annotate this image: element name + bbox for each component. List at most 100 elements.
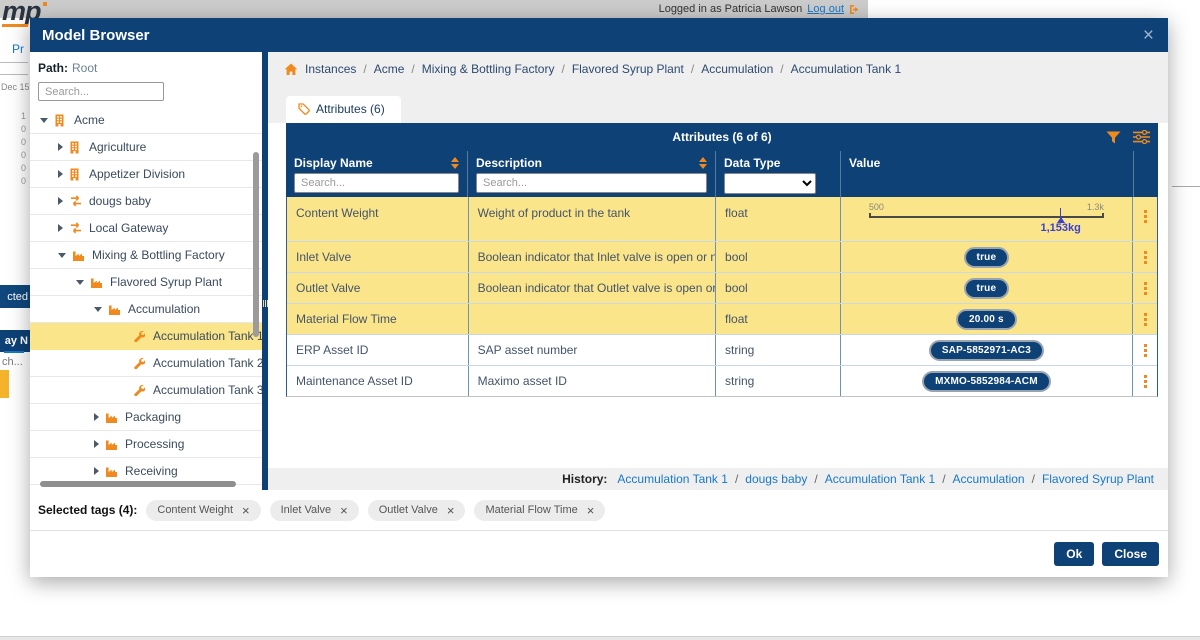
breadcrumb-item[interactable]: Mixing & Bottling Factory (422, 62, 555, 76)
table-row-inlet-valve[interactable]: Inlet Valve Boolean indicator that Inlet… (287, 241, 1157, 272)
path-label: Path: (38, 61, 68, 75)
tree-item-mixing-bottling-factory[interactable]: Mixing & Bottling Factory (30, 242, 262, 269)
sort-icon[interactable] (451, 157, 459, 169)
breadcrumb-item-current: Accumulation Tank 1 (791, 62, 902, 76)
close-button[interactable]: Close (1102, 542, 1159, 566)
tab-attributes[interactable]: Attributes (6) (286, 96, 401, 123)
tree-item-label: Acme (74, 113, 105, 127)
caret-right-icon[interactable] (58, 224, 63, 232)
breadcrumb-item[interactable]: Instances (305, 62, 356, 76)
tree-item-acme[interactable]: Acme (30, 107, 262, 134)
caret-down-icon[interactable] (94, 307, 102, 312)
caret-right-icon[interactable] (94, 413, 99, 421)
table-body: Content Weight Weight of product in the … (286, 197, 1158, 397)
tree-item-packaging[interactable]: Packaging (30, 404, 262, 431)
remove-tag-icon[interactable]: × (447, 504, 455, 517)
tree-search-input[interactable] (38, 82, 164, 101)
column-header-value: Value (849, 156, 880, 170)
value-slider[interactable]: 500 1.3k 1,153kg (869, 202, 1104, 240)
breadcrumb-separator: / (780, 62, 783, 76)
history-link[interactable]: Accumulation (953, 472, 1025, 486)
tree-horizontal-scrollbar[interactable] (40, 481, 236, 487)
wrench-icon (133, 357, 147, 370)
selected-tags-row: Selected tags (4): Content Weight × Inle… (30, 490, 1168, 530)
attribute-description (469, 304, 716, 334)
display-name-search-input[interactable] (294, 173, 459, 193)
tree-item-accumulation-tank-3[interactable]: Accumulation Tank 3 (30, 377, 262, 404)
column-settings-icon[interactable] (1133, 130, 1150, 144)
row-menu-icon[interactable] (1141, 371, 1150, 392)
history-link[interactable]: Accumulation Tank 1 (617, 472, 728, 486)
row-menu-icon[interactable] (1141, 206, 1150, 227)
tree-item-label: dougs baby (89, 194, 151, 208)
tree-item-label: Flavored Syrup Plant (110, 275, 222, 289)
attribute-description: Maximo asset ID (469, 366, 716, 396)
remove-tag-icon[interactable]: × (242, 504, 250, 517)
history-link[interactable]: Accumulation Tank 1 (825, 472, 936, 486)
tree-item-accumulation-tank-2[interactable]: Accumulation Tank 2 (30, 350, 262, 377)
tree-item-accumulation[interactable]: Accumulation (30, 296, 262, 323)
logout-link[interactable]: Log out (807, 3, 844, 15)
tree-item-flavored-syrup-plant[interactable]: Flavored Syrup Plant (30, 269, 262, 296)
attribute-name: Maintenance Asset ID (287, 366, 469, 396)
table-row-content-weight[interactable]: Content Weight Weight of product in the … (287, 197, 1157, 241)
table-row-material-flow-time[interactable]: Material Flow Time float 20.00 s (287, 303, 1157, 334)
data-type-filter-select[interactable] (724, 173, 816, 194)
breadcrumb-separator: / (411, 62, 414, 76)
tree-item-appetizer-division[interactable]: Appetizer Division (30, 161, 262, 188)
history-link[interactable]: Flavored Syrup Plant (1042, 472, 1154, 486)
tag-chip-label: Outlet Valve (379, 504, 438, 516)
tree-item-processing[interactable]: Processing (30, 431, 262, 458)
building-icon (69, 168, 83, 181)
wrench-icon (133, 330, 147, 343)
tag-chip-label: Material Flow Time (485, 504, 577, 516)
ok-button[interactable]: Ok (1054, 542, 1094, 566)
caret-right-icon[interactable] (58, 170, 63, 178)
row-menu-icon[interactable] (1141, 278, 1150, 299)
column-header-data-type: Data Type (724, 156, 780, 170)
filter-icon[interactable] (1106, 131, 1121, 144)
home-icon[interactable] (284, 63, 298, 76)
sort-icon[interactable] (699, 157, 707, 169)
history-link[interactable]: dougs baby (745, 472, 807, 486)
tree-vertical-scrollbar[interactable] (253, 152, 259, 337)
value-badge: true (964, 278, 1010, 299)
tree-item-label: Local Gateway (89, 221, 168, 235)
value-badge: MXMO-5852984-ACM (922, 371, 1051, 392)
close-icon[interactable]: × (1141, 26, 1156, 45)
row-menu-icon[interactable] (1141, 247, 1150, 268)
caret-right-icon[interactable] (94, 440, 99, 448)
breadcrumb-separator: / (691, 62, 694, 76)
breadcrumb-item[interactable]: Accumulation (701, 62, 773, 76)
tree-item-dougs-baby[interactable]: dougs baby (30, 188, 262, 215)
background-line-fragment (1172, 186, 1200, 187)
tree-item-local-gateway[interactable]: Local Gateway (30, 215, 262, 242)
attribute-data-type: float (716, 197, 841, 241)
caret-down-icon[interactable] (76, 280, 84, 285)
caret-right-icon[interactable] (58, 197, 63, 205)
value-badge: true (964, 247, 1010, 268)
caret-right-icon[interactable] (94, 467, 99, 475)
tree-item-accumulation-tank-1[interactable]: Accumulation Tank 1 (30, 323, 262, 350)
row-menu-icon[interactable] (1141, 340, 1150, 361)
history-label: History: (562, 472, 607, 486)
row-menu-icon[interactable] (1141, 309, 1150, 330)
remove-tag-icon[interactable]: × (340, 504, 348, 517)
caret-down-icon[interactable] (58, 253, 66, 258)
swap-arrows-icon (69, 195, 83, 208)
table-row-outlet-valve[interactable]: Outlet Valve Boolean indicator that Outl… (287, 272, 1157, 303)
breadcrumb-item[interactable]: Acme (374, 62, 405, 76)
attribute-name: Inlet Valve (287, 242, 469, 272)
breadcrumb-item[interactable]: Flavored Syrup Plant (572, 62, 684, 76)
tree-item-agriculture[interactable]: Agriculture (30, 134, 262, 161)
remove-tag-icon[interactable]: × (587, 504, 595, 517)
caret-down-icon[interactable] (40, 118, 48, 123)
caret-right-icon[interactable] (58, 143, 63, 151)
background-table-fragment: cted (0, 285, 30, 308)
tag-chip-label: Inlet Valve (281, 504, 332, 516)
description-search-input[interactable] (476, 173, 707, 193)
page-top-bar: Logged in as Patricia Lawson Log out (0, 0, 868, 18)
history-separator: / (1032, 472, 1035, 486)
table-row-erp-asset-id[interactable]: ERP Asset ID SAP asset number string SAP… (287, 334, 1157, 365)
table-row-maintenance-asset-id[interactable]: Maintenance Asset ID Maximo asset ID str… (287, 365, 1157, 396)
